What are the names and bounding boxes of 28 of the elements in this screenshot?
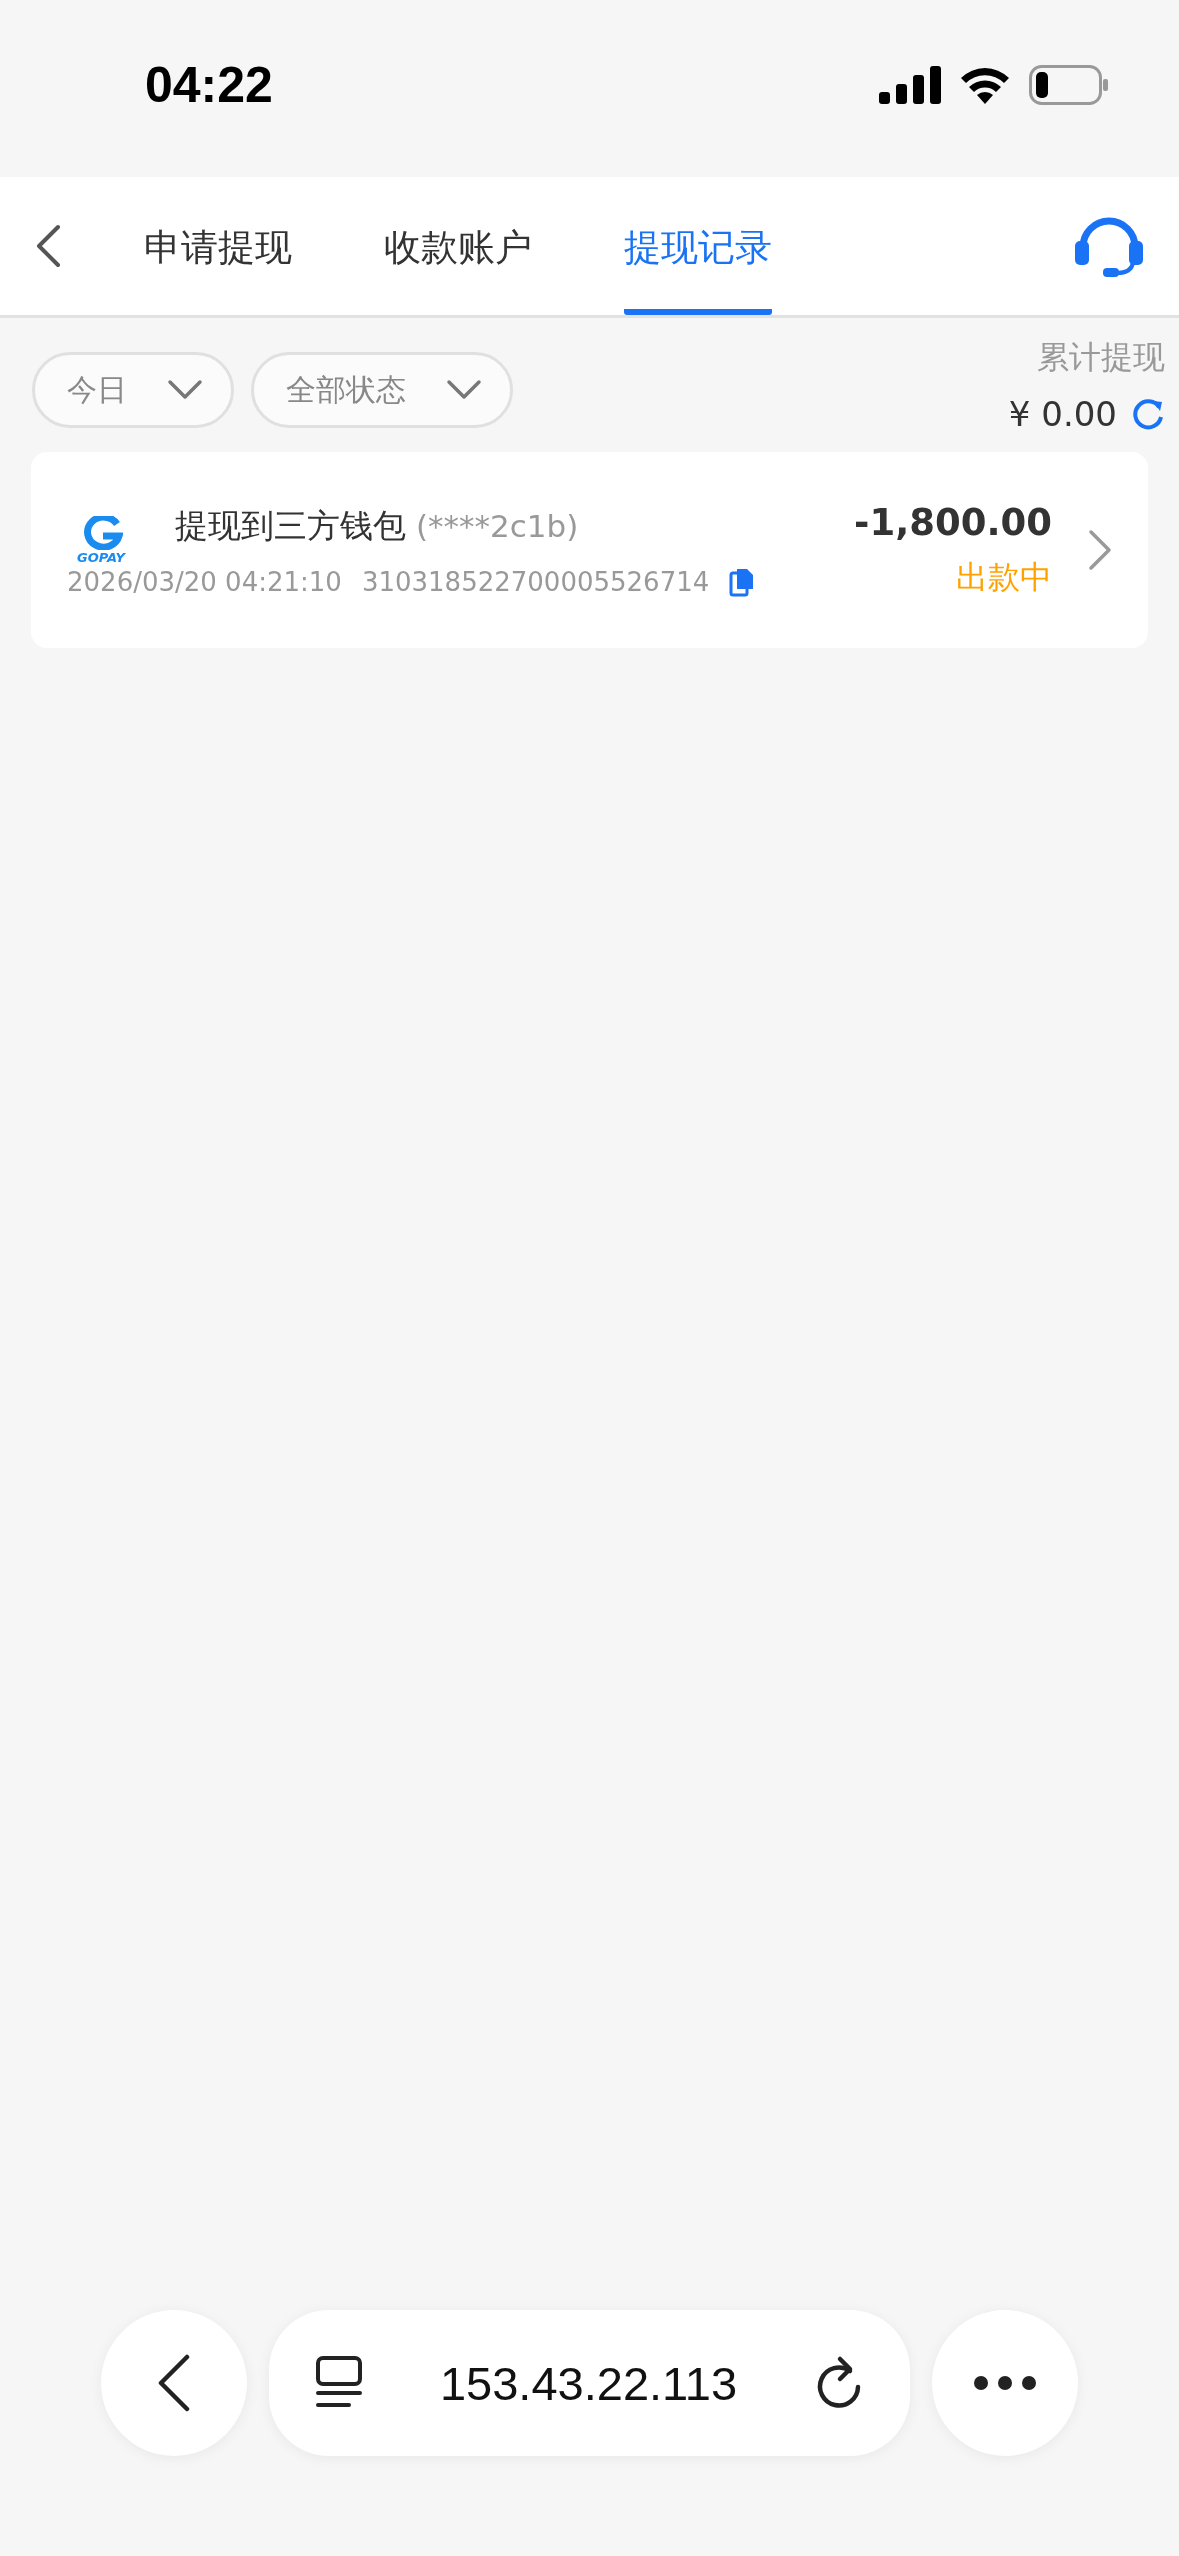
copy-icon[interactable] [729, 566, 756, 597]
record-title: 提现到三方钱包 [175, 504, 406, 547]
chevron-down-icon [167, 379, 203, 401]
record-amount: -1,800.00 [854, 500, 1052, 544]
logo-text: GOPAY [76, 549, 125, 565]
record-datetime: 2026/03/20 04:21:10 [67, 566, 342, 597]
chevron-down-icon [446, 379, 482, 401]
account-number: (****2c1b) [416, 507, 579, 544]
tab[interactable]: 收款账户 [384, 177, 532, 315]
wifi-icon [959, 65, 1011, 104]
total-amount: ¥ 0.00 [1008, 394, 1117, 434]
record-card[interactable]: GOPAY 提现到三方钱包 (****2c1b) 2026/03/20 04:21:10 310318522700005526714 -1,800.00 出款中 [31, 452, 1148, 648]
record-status: 出款中 [956, 556, 1052, 598]
total-label: 累计提现 [1037, 337, 1165, 378]
tab[interactable]: 申请提现 [144, 177, 292, 315]
url-text: 153.43.22.113 [439, 2355, 738, 2411]
refresh-icon[interactable] [1131, 397, 1165, 431]
status-time: 04:22 [145, 55, 273, 114]
back-icon[interactable] [34, 224, 62, 268]
battery-icon [1029, 64, 1109, 105]
address-bar[interactable]: 153.43.22.113 [269, 2310, 910, 2456]
tab[interactable]: 提现记录 [624, 177, 772, 315]
chevron-right-icon [1088, 529, 1112, 571]
signal-icon [879, 65, 941, 104]
headset-icon[interactable] [1073, 215, 1145, 277]
order-number: 310318522700005526714 [361, 566, 710, 597]
back-icon [157, 2354, 191, 2412]
more-icon [973, 2375, 1037, 2391]
